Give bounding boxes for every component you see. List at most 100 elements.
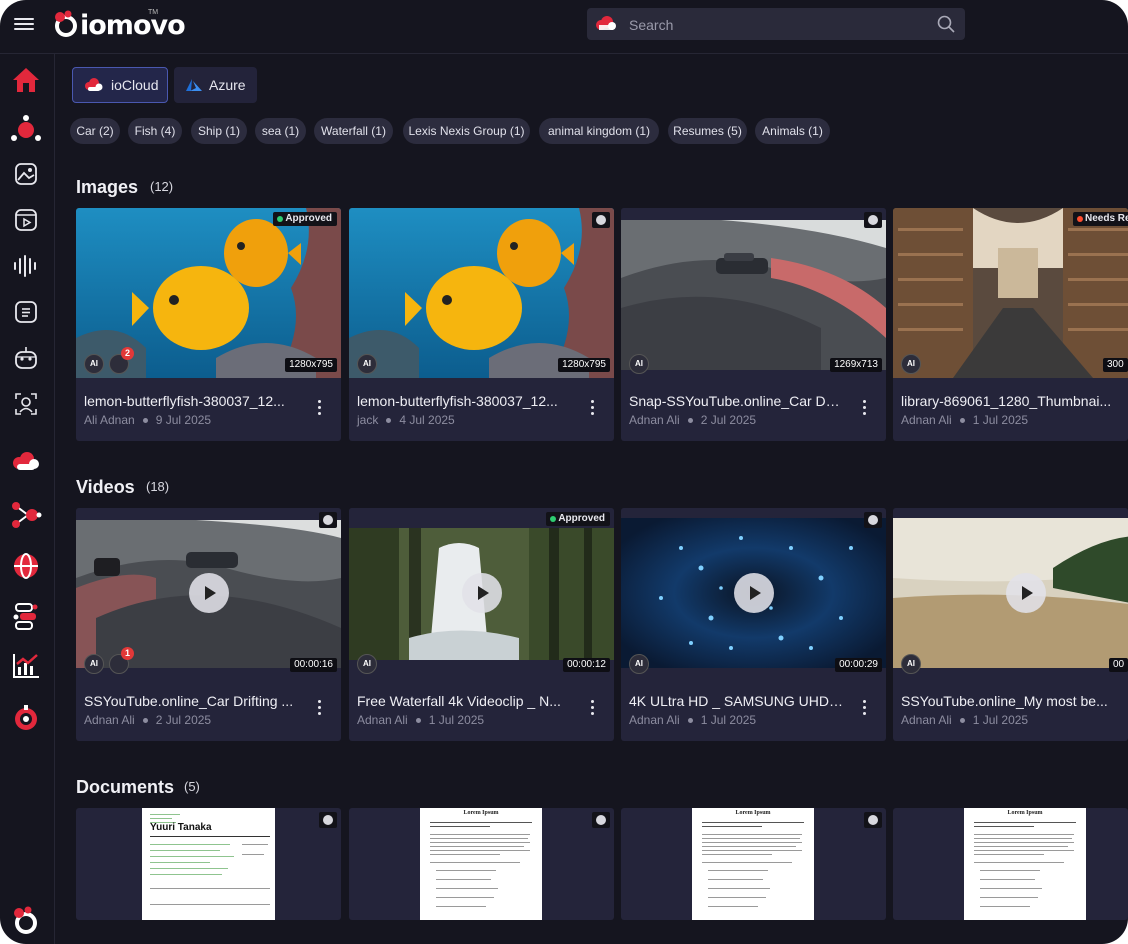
logo-mark-icon	[55, 10, 77, 37]
video-card[interactable]: Approved AI 00:00:12 Free Waterfall 4k V…	[349, 508, 614, 741]
document-heading: Lorem Ipsum	[463, 810, 499, 816]
comment-count-badge: 2	[121, 347, 134, 360]
image-card[interactable]: AI 1269x713 Snap-SSYouTube.online_Car Dr…	[621, 208, 886, 441]
workflow-icon[interactable]	[10, 498, 42, 530]
image-thumbnail: AI 1280x795	[349, 208, 614, 378]
document-preview: Lorem Ipsum	[420, 808, 542, 920]
menu-icon[interactable]	[14, 15, 34, 33]
source-iocloud-button[interactable]: ioCloud	[72, 67, 168, 103]
card-author: Adnan Ali	[629, 713, 680, 727]
image-thumbnail: Needs Re AI 300	[893, 208, 1128, 378]
card-date: 2 Jul 2025	[700, 413, 757, 427]
sidebar	[0, 54, 55, 944]
image-thumbnail: Approved AI 2 1280x795	[76, 208, 341, 378]
card-date: 1 Jul 2025	[700, 713, 757, 727]
bottom-logo-icon[interactable]	[10, 904, 42, 936]
face-icon[interactable]	[10, 388, 42, 420]
document-preview: Yuuri Tanaka	[142, 808, 275, 920]
document-card[interactable]: Lorem Ipsum	[893, 808, 1128, 920]
document-icon[interactable]	[10, 296, 42, 328]
status-badge: Approved	[273, 212, 337, 226]
documents-count: (5)	[184, 779, 200, 794]
tag-chip[interactable]: animal kingdom (1)	[539, 118, 659, 144]
play-icon[interactable]	[189, 573, 229, 613]
analytics-icon[interactable]	[10, 650, 42, 682]
top-bar: iomovo TM	[0, 0, 1128, 54]
asset-hub-icon[interactable]	[10, 112, 42, 144]
card-meta: Adnan Ali 1 Jul 2025	[357, 713, 577, 727]
images-count: (12)	[150, 179, 174, 194]
cloud-storage-icon[interactable]	[10, 446, 42, 478]
image-icon[interactable]	[10, 158, 42, 190]
video-card[interactable]: AI 00:00:29 4K ULtra HD _ SAMSUNG UHD ..…	[621, 508, 886, 741]
image-card[interactable]: AI 1280x795 lemon-butterflyfish-380037_1…	[349, 208, 614, 441]
search-icon[interactable]	[937, 15, 955, 33]
card-date: 1 Jul 2025	[428, 713, 485, 727]
video-card[interactable]: AI 00 SSYouTube.online_My most be... Adn…	[893, 508, 1128, 741]
document-heading: Lorem Ipsum	[1007, 810, 1043, 816]
tag-chip[interactable]: Animals (1)	[755, 118, 830, 144]
video-thumbnail: AI 00	[893, 508, 1128, 678]
ai-badge: AI	[901, 654, 921, 674]
more-options-icon[interactable]	[311, 398, 327, 420]
card-title: Free Waterfall 4k Videoclip _ N...	[357, 693, 561, 709]
play-icon[interactable]	[462, 573, 502, 613]
duration-badge: 00:00:12	[563, 658, 610, 672]
logo-trademark: TM	[148, 9, 159, 16]
more-options-icon[interactable]	[584, 398, 600, 420]
card-title: lemon-butterflyfish-380037_12...	[84, 393, 285, 409]
ai-badge: AI	[357, 654, 377, 674]
tag-chip[interactable]: Ship (1)	[191, 118, 247, 144]
home-icon[interactable]	[10, 64, 42, 96]
card-title: SSYouTube.online_Car Drifting ...	[84, 693, 294, 709]
video-icon[interactable]	[10, 204, 42, 236]
settings-icon[interactable]	[10, 702, 42, 734]
status-indicator	[864, 512, 882, 528]
app-logo[interactable]: iomovo TM	[52, 8, 186, 42]
card-meta: Adnan Ali 1 Jul 2025	[629, 713, 849, 727]
duration-badge: 00:00:29	[835, 658, 882, 672]
resolution-badge: 1280x795	[285, 358, 337, 372]
globe-icon[interactable]	[10, 550, 42, 582]
ai-badge: AI	[629, 654, 649, 674]
card-author: jack	[357, 413, 379, 427]
tag-chip[interactable]: Fish (4)	[128, 118, 182, 144]
ai-badge: AI	[84, 654, 104, 674]
card-date: 4 Jul 2025	[399, 413, 455, 427]
document-card[interactable]: Lorem Ipsum	[621, 808, 886, 920]
image-card[interactable]: Approved AI 2 1280x795 lemon-butterflyfi…	[76, 208, 341, 441]
logo-text: iomovo	[80, 9, 186, 41]
video-card[interactable]: AI 1 00:00:16 SSYouTube.online_Car Drift…	[76, 508, 341, 741]
document-card[interactable]: Lorem Ipsum	[349, 808, 614, 920]
play-icon[interactable]	[1006, 573, 1046, 613]
image-card[interactable]: Needs Re AI 300 library-869061_1280_Thum…	[893, 208, 1128, 441]
card-date: 1 Jul 2025	[972, 713, 1029, 727]
tag-chip[interactable]: Resumes (5)	[668, 118, 747, 144]
more-options-icon[interactable]	[856, 698, 872, 720]
more-options-icon[interactable]	[311, 698, 327, 720]
tag-chip[interactable]: Car (2)	[70, 118, 120, 144]
integration-icon[interactable]	[10, 600, 42, 632]
source-label: ioCloud	[111, 77, 159, 93]
image-thumbnail: AI 1269x713	[621, 208, 886, 378]
tag-chip[interactable]: Lexis Nexis Group (1)	[403, 118, 530, 144]
card-author: Ali Adnan	[84, 413, 135, 427]
more-options-icon[interactable]	[584, 698, 600, 720]
card-author: Adnan Ali	[901, 713, 952, 727]
document-preview: Lorem Ipsum	[964, 808, 1086, 920]
search-input[interactable]	[627, 8, 921, 42]
document-card[interactable]: Yuuri Tanaka	[76, 808, 341, 920]
ai-bot-icon[interactable]	[10, 342, 42, 374]
duration-badge: 00	[1109, 658, 1128, 672]
more-options-icon[interactable]	[856, 398, 872, 420]
card-date: 2 Jul 2025	[155, 713, 212, 727]
cloud-icon	[596, 16, 616, 30]
play-icon[interactable]	[734, 573, 774, 613]
video-thumbnail: Approved AI 00:00:12	[349, 508, 614, 678]
tag-chip[interactable]: sea (1)	[255, 118, 306, 144]
source-azure-button[interactable]: Azure	[174, 67, 257, 103]
audio-icon[interactable]	[10, 250, 42, 282]
tag-chip[interactable]: Waterfall (1)	[314, 118, 393, 144]
ai-badge: AI	[901, 354, 921, 374]
card-meta: Adnan Ali 1 Jul 2025	[901, 413, 1121, 427]
